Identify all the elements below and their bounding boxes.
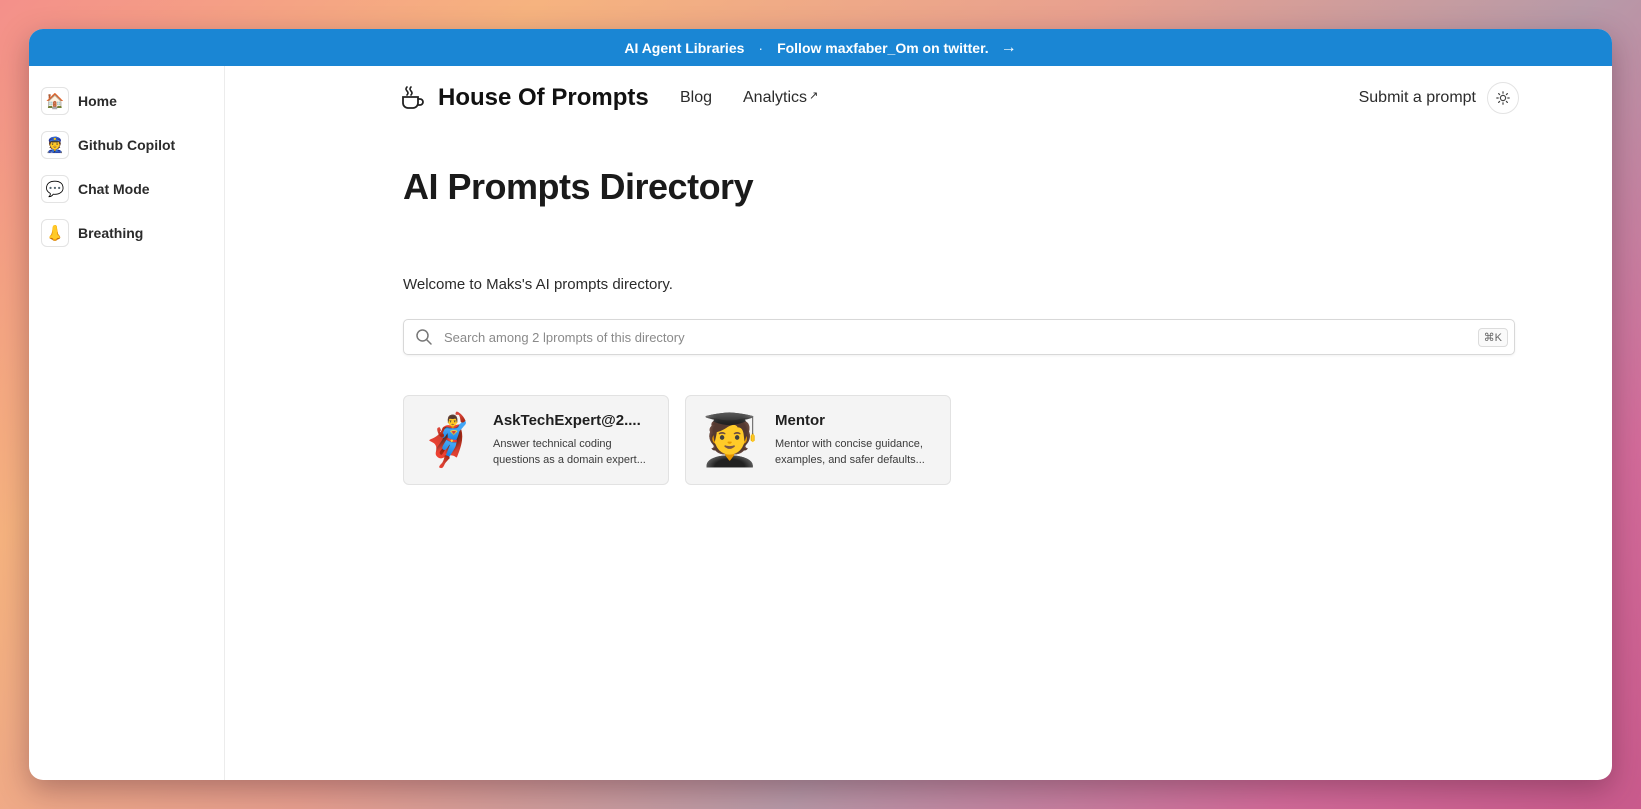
coffee-cup-icon (402, 86, 424, 109)
prompt-cards: 🦸‍♂️ AskTechExpert@2.... Answer technica… (403, 395, 951, 485)
external-link-icon: ↗ (809, 90, 819, 102)
search-bar[interactable]: ⌘K (403, 319, 1515, 355)
sidebar-item-breathing[interactable]: 👃 Breathing (29, 211, 224, 255)
sidebar-item-label: Chat Mode (78, 181, 150, 197)
superhero-icon: 🦸‍♂️ (416, 411, 480, 468)
top-banner[interactable]: AI Agent Libraries · Follow maxfaber_Om … (29, 29, 1612, 66)
nav-blog-link[interactable]: Blog (680, 89, 712, 107)
submit-prompt-link[interactable]: Submit a prompt (1359, 89, 1476, 107)
arrow-right-icon: → (1000, 38, 1017, 56)
sidebar-item-home[interactable]: 🏠 Home (29, 79, 224, 123)
search-icon (404, 328, 444, 346)
nav-analytics-label: Analytics (743, 89, 808, 106)
pilot-icon: 👮 (41, 131, 69, 159)
sidebar-item-github-copilot[interactable]: 👮 Github Copilot (29, 123, 224, 167)
speech-bubble-icon: 💬 (41, 175, 69, 203)
nav-analytics-link[interactable]: Analytics ↗ (743, 89, 818, 107)
card-description: Answer technical coding questions as a d… (493, 438, 646, 466)
prompt-card-mentor[interactable]: 🧑‍🎓 Mentor Mentor with concise guidance,… (685, 395, 951, 485)
search-input[interactable] (444, 329, 1478, 345)
page-title: AI Prompts Directory (403, 166, 754, 207)
banner-left-text[interactable]: AI Agent Libraries (624, 40, 744, 56)
sidebar: 🏠 Home 👮 Github Copilot 💬 Chat Mode 👃 Br… (29, 66, 225, 780)
welcome-text: Welcome to Maks's AI prompts directory. (403, 276, 673, 293)
theme-toggle-button[interactable] (1487, 82, 1519, 114)
card-body: AskTechExpert@2.... Answer technical cod… (493, 412, 658, 468)
banner-follow-link[interactable]: Follow maxfaber_Om on twitter. (777, 40, 989, 56)
sun-icon (1496, 91, 1510, 105)
card-title: AskTechExpert@2.... (493, 412, 641, 429)
main-content: House Of Prompts Blog Analytics ↗ Submit … (225, 66, 1612, 780)
sidebar-item-label: Breathing (78, 225, 144, 241)
banner-separator: · (758, 39, 764, 56)
brand-logo-link[interactable]: House Of Prompts (400, 84, 649, 112)
card-body: Mentor Mentor with concise guidance, exa… (775, 412, 940, 468)
prompt-card-asktechexpert[interactable]: 🦸‍♂️ AskTechExpert@2.... Answer technica… (403, 395, 669, 485)
student-graduate-icon: 🧑‍🎓 (698, 411, 762, 468)
sidebar-item-chat-mode[interactable]: 💬 Chat Mode (29, 167, 224, 211)
sidebar-item-label: Home (78, 93, 117, 109)
card-title: Mentor (775, 412, 825, 429)
card-description: Mentor with concise guidance, examples, … (775, 438, 925, 466)
nose-icon: 👃 (41, 219, 69, 247)
search-shortcut-badge: ⌘K (1477, 327, 1508, 347)
top-navigation: House Of Prompts Blog Analytics ↗ Submit … (225, 66, 1612, 130)
app-window: AI Agent Libraries · Follow maxfaber_Om … (29, 29, 1612, 780)
brand-title: House Of Prompts (438, 84, 649, 111)
house-icon: 🏠 (41, 87, 69, 115)
sidebar-item-label: Github Copilot (78, 137, 176, 153)
